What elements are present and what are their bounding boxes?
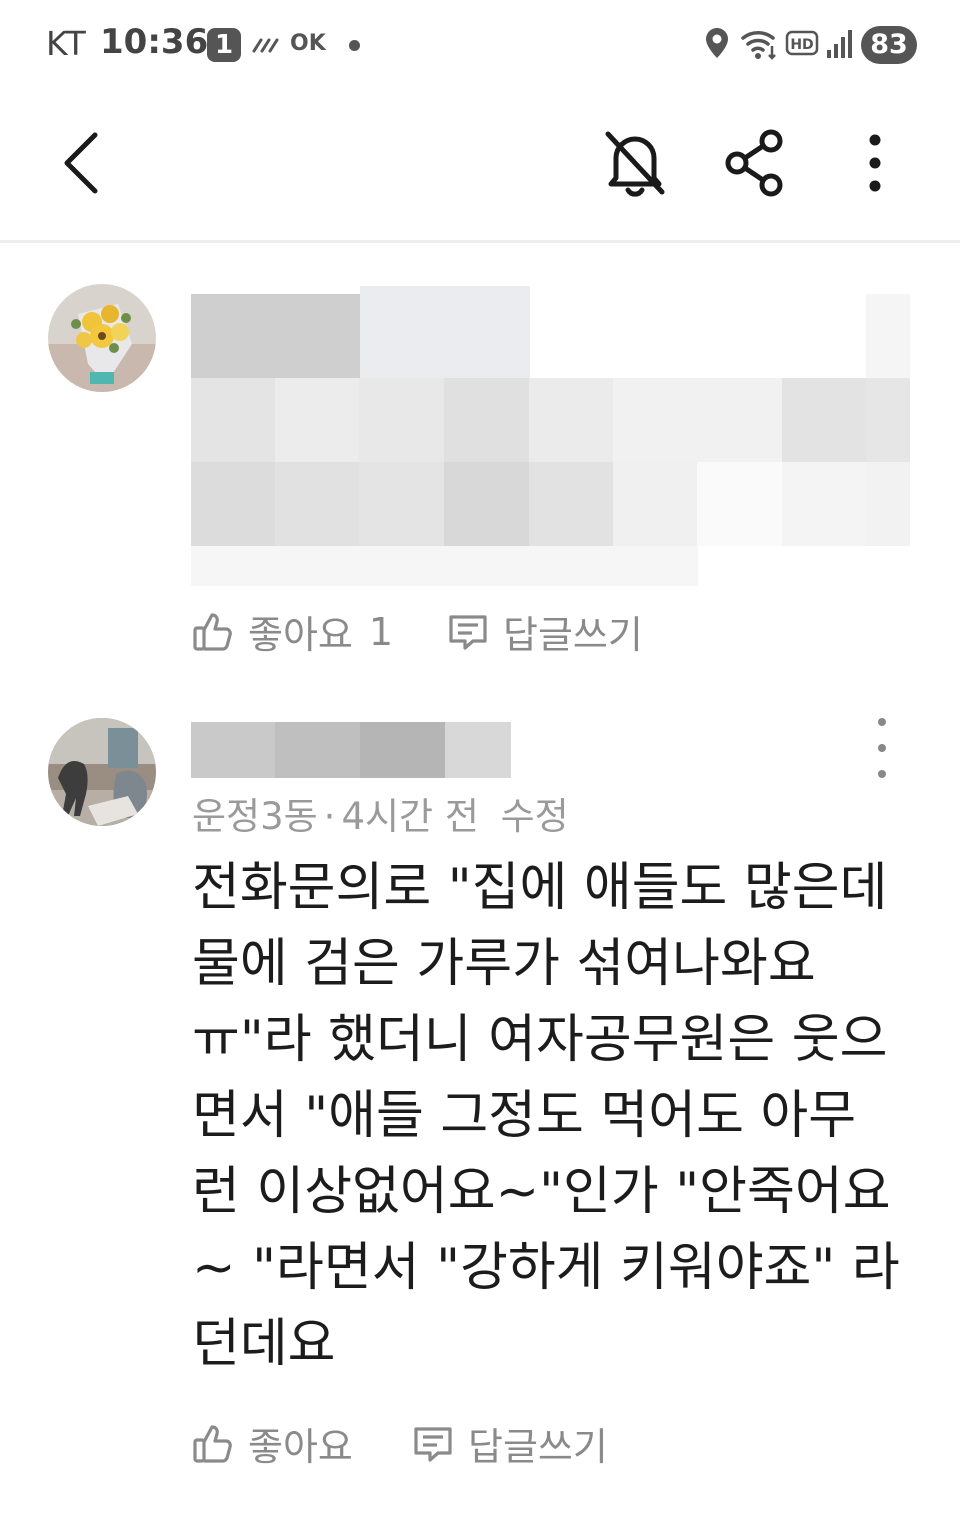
comment-more-button[interactable] xyxy=(862,718,902,778)
comment-meta: 운정3동 · 4시간 전 수정 xyxy=(192,786,569,840)
notification-badge: 1 xyxy=(207,28,241,62)
comment-line: 면서 "애들 그정도 먹어도 아무 xyxy=(192,1086,857,1146)
ok-cashbag-icon: OK xyxy=(290,31,326,56)
back-arrow-icon xyxy=(61,131,101,199)
svg-text:HD: HD xyxy=(790,37,813,53)
reply-button[interactable]: 답글쓰기 xyxy=(412,1416,608,1471)
comment-line: ㅠ"라 했더니 여자공무원은 웃으 xyxy=(192,1010,888,1070)
comment-line: 전화문의로 "집에 애들도 많은데 xyxy=(192,858,888,918)
more-vertical-icon xyxy=(878,718,886,726)
like-label: 좋아요 xyxy=(248,613,353,657)
more-options-button[interactable] xyxy=(830,120,920,210)
dot-icon xyxy=(349,40,360,51)
edited-label: 수정 xyxy=(500,795,569,838)
carrier-label: KT xyxy=(46,24,87,63)
back-button[interactable] xyxy=(36,120,126,210)
bell-off-icon xyxy=(602,128,668,202)
reply-label: 답글쓰기 xyxy=(503,613,643,657)
reply-button[interactable]: 답글쓰기 xyxy=(447,604,643,659)
comment-icon xyxy=(414,1426,452,1462)
share-button[interactable] xyxy=(710,120,800,210)
hidden-comment-content xyxy=(191,286,911,586)
thumbs-up-icon xyxy=(193,1424,232,1463)
comment-line: ~ "라면서 "강하게 키워야죠" 라 xyxy=(192,1238,900,1298)
thumbs-up-icon xyxy=(193,612,232,651)
lines-icon xyxy=(252,34,282,59)
comment-line: 던데요 xyxy=(192,1314,336,1374)
more-vertical-icon xyxy=(868,133,882,197)
separator: · xyxy=(323,795,336,838)
author-name xyxy=(191,722,511,778)
reply-label: 답글쓰기 xyxy=(468,1425,608,1469)
comment-body: 전화문의로 "집에 애들도 많은데 물에 검은 가루가 섞여나와요 ㅠ"라 했더… xyxy=(192,850,922,1382)
app-bar xyxy=(0,90,960,243)
location-icon xyxy=(704,26,730,64)
signal-icon xyxy=(826,26,854,66)
hd-voice-icon: HD xyxy=(785,26,819,66)
time-label: 4시간 전 xyxy=(341,795,479,838)
avatar[interactable] xyxy=(48,718,156,826)
share-icon xyxy=(723,129,787,201)
clock: 10:36 xyxy=(100,22,209,62)
status-bar: KT 10:36 1 OK HD 83 xyxy=(0,0,960,90)
avatar[interactable] xyxy=(48,284,156,392)
location-label: 운정3동 xyxy=(192,795,318,838)
like-count: 1 xyxy=(368,609,394,654)
like-label: 좋아요 xyxy=(248,1425,353,1469)
comment-line: 런 이상없어요~"인가 "안죽어요 xyxy=(192,1162,891,1222)
comment-icon xyxy=(449,614,487,650)
notification-off-button[interactable] xyxy=(590,120,680,210)
battery-icon: 83 xyxy=(861,26,917,64)
comment-line: 물에 검은 가루가 섞여나와요 xyxy=(192,934,816,994)
wifi-icon xyxy=(740,26,780,66)
like-button[interactable]: 좋아요 1 xyxy=(192,604,393,659)
like-button[interactable]: 좋아요 xyxy=(192,1416,353,1471)
